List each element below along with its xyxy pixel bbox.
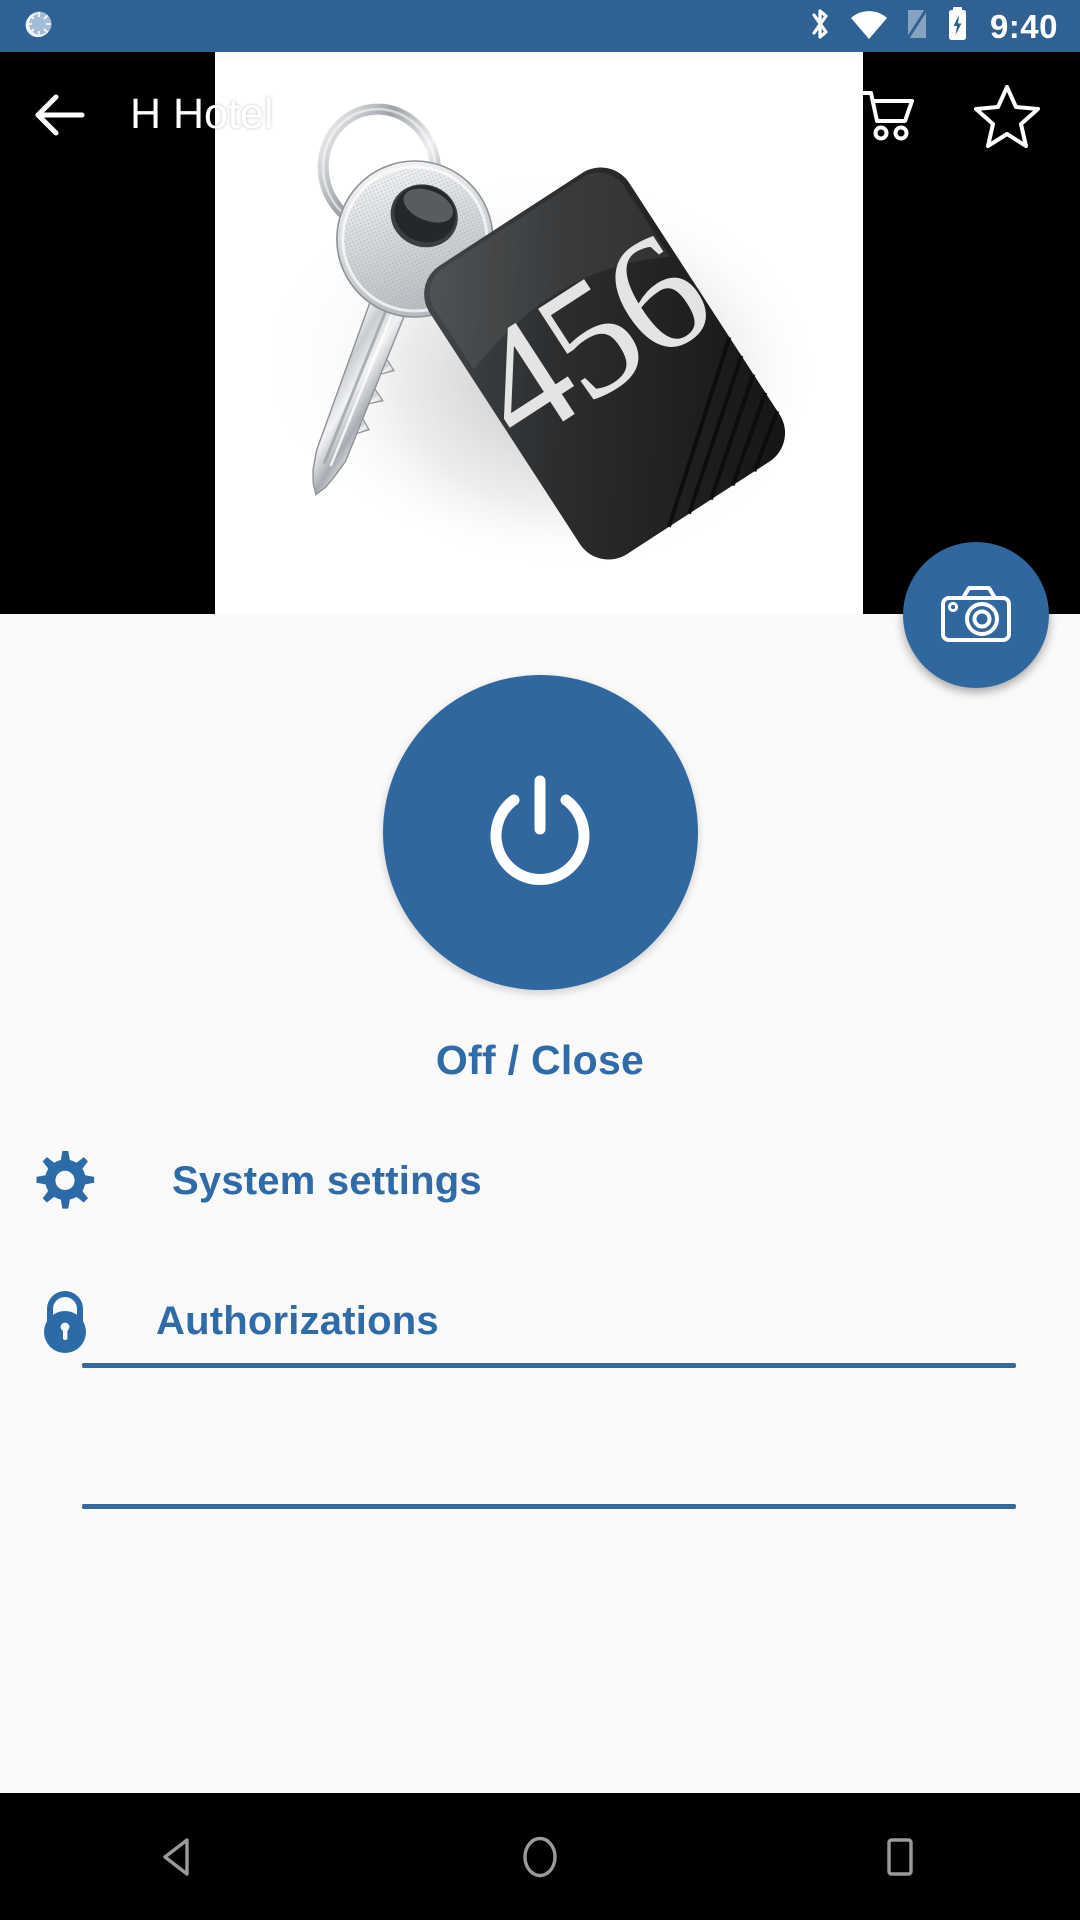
menu-item-label: Authorizations [156, 1298, 439, 1343]
cart-button[interactable] [832, 52, 942, 177]
gear-icon-wrapper [0, 1150, 130, 1212]
sun-moon-icon [22, 7, 56, 46]
bluetooth-icon [807, 6, 833, 47]
nav-recents-button[interactable] [720, 1793, 1080, 1920]
menu-item-label: System settings [172, 1158, 482, 1203]
nav-home-icon [523, 1836, 557, 1877]
nav-back-button[interactable] [0, 1793, 360, 1920]
android-navigation-bar [0, 1793, 1080, 1920]
status-bar-left-icons [22, 7, 56, 46]
sim-card-icon [905, 7, 929, 46]
power-icon [490, 775, 590, 885]
star-icon [974, 84, 1040, 148]
nav-home-button[interactable] [360, 1793, 720, 1920]
phone-screen: 9:40 456 H Hotel Off / Close System sett… [0, 0, 1080, 1920]
hotel-key-photo: 456 [215, 52, 863, 614]
power-toggle-button[interactable] [382, 675, 698, 990]
divider-system-settings [82, 1363, 1016, 1368]
power-button-wrapper [0, 675, 1080, 990]
wifi-icon [850, 8, 888, 45]
cart-icon [858, 90, 914, 140]
favorite-button[interactable] [952, 52, 1062, 177]
main-content: Off / Close System settings Authorizatio… [0, 614, 1080, 1793]
back-button[interactable] [0, 52, 120, 177]
arrow-back-icon [35, 94, 85, 135]
nav-back-icon [163, 1837, 189, 1876]
gear-icon [36, 1151, 95, 1209]
status-bar-right-icons: 9:40 [807, 6, 1058, 47]
nav-recents-icon [887, 1837, 913, 1876]
lock-icon-wrapper [0, 1288, 130, 1354]
divider-authorizations [82, 1504, 1016, 1509]
header-region: 456 H Hotel [0, 52, 1080, 614]
power-state-label: Off / Close [435, 1037, 645, 1083]
camera-fab[interactable] [903, 542, 1049, 688]
app-bar-actions [832, 52, 1080, 177]
status-bar-clock: 9:40 [989, 7, 1058, 45]
status-bar: 9:40 [0, 0, 1080, 52]
lock-icon [44, 1291, 86, 1353]
menu-item-system-settings[interactable]: System settings [0, 1122, 1080, 1240]
camera-icon [941, 586, 1011, 642]
battery-charging-icon [946, 6, 969, 47]
